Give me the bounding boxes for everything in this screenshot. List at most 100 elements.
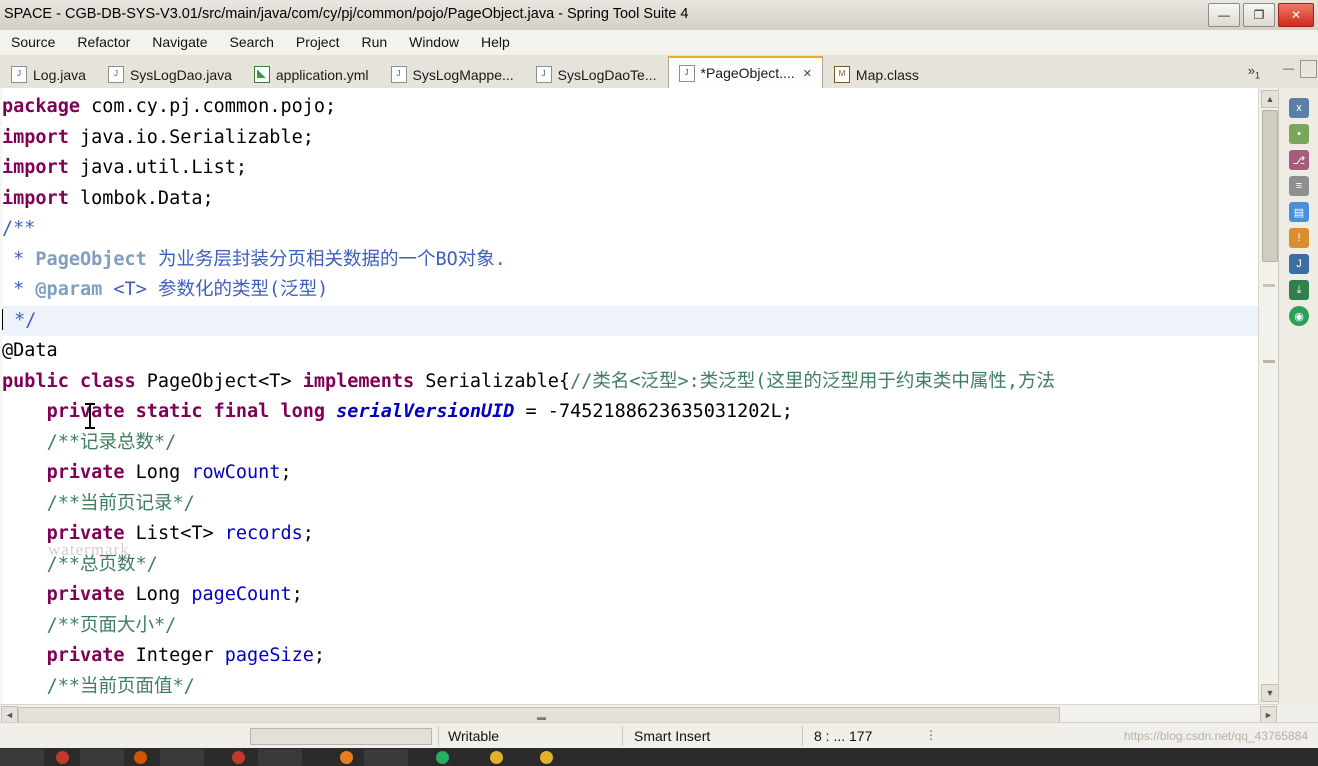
code-token: import [2,126,69,148]
minimize-button[interactable]: — [1208,3,1240,27]
editor-tabs: Log.java SysLogDao.java application.yml … [0,55,930,88]
taskbar-item[interactable] [0,749,44,766]
taskbar-item[interactable] [56,751,69,764]
tab-label: Log.java [33,66,86,83]
tab-syslogmapper-xml[interactable]: SysLogMappe... [380,60,525,88]
download-icon[interactable]: ⤓ [1289,280,1309,300]
menu-item-help[interactable]: Help [470,33,521,51]
code-token: java.util.List; [68,157,248,178]
code-token: //类名<泛型>:类泛型(这里的泛型用于约束类中属性,方法 [570,370,1056,392]
editor-horizontal-scrollbar[interactable]: ◄ ▬ ► [0,704,1278,723]
code-token: Long [124,462,192,483]
taskbar-item[interactable] [80,749,124,766]
outline-icon[interactable]: x [1289,98,1309,118]
status-bar: Writable Smart Insert 8 : ... 177 ⋮ http… [0,722,1318,749]
tab-syslogdaotest-java[interactable]: SysLogDaoTe... [525,60,668,88]
code-token: long [280,401,326,422]
perspective-button[interactable] [1300,60,1317,78]
scroll-left-icon[interactable]: ◄ [1,706,18,723]
code-token: implements [302,370,415,392]
close-icon[interactable]: ✕ [803,67,812,80]
code-line: private Long rowCount; [0,458,1258,489]
editor-tab-bar: Log.java SysLogDao.java application.yml … [0,55,1318,89]
tab-application-yml[interactable]: application.yml [243,60,380,88]
taskbar-item[interactable] [258,749,302,766]
text-cursor-icon [85,403,95,429]
code-token: rowCount [191,462,281,483]
code-token: pageSize [224,645,314,666]
menu-item-search[interactable]: Search [219,33,285,51]
taskbar-item[interactable] [490,751,503,764]
taskbar-item[interactable] [160,749,204,766]
tab-overflow-button[interactable]: »1 [1248,63,1260,81]
scroll-marker [1263,284,1275,287]
menu-items: Source Refactor Navigate Search Project … [0,33,521,51]
menu-item-navigate[interactable]: Navigate [141,33,218,51]
java-file-icon [535,66,552,83]
console-icon[interactable]: ▤ [1289,202,1309,222]
properties-icon[interactable]: ≡ [1289,176,1309,196]
close-button[interactable]: ✕ [1278,3,1314,27]
code-line: import java.io.Serializable; [0,123,1258,154]
editor-vertical-scrollbar[interactable]: ▲ ▼ [1258,88,1279,704]
tab-log-java[interactable]: Log.java [0,60,97,88]
status-divider [622,726,623,746]
code-token: /**记录总数*/ [46,431,177,453]
git-repositories-icon[interactable]: ⎇ [1289,150,1309,170]
menu-item-refactor[interactable]: Refactor [66,33,141,51]
tab-syslogdao-java[interactable]: SysLogDao.java [97,60,243,88]
menu-item-source[interactable]: Source [0,33,66,51]
taskbar-item[interactable] [540,751,553,764]
code-token: records [224,523,303,544]
right-toolbar: x • ⎇ ≡ ▤ ! J ⤓ ◉ [1278,88,1318,704]
editor-minimize-icon[interactable]: — [1283,63,1294,76]
taskbar-item[interactable] [436,751,449,764]
code-editor[interactable]: package com.cy.pj.common.pojo; import jav… [0,88,1258,704]
javadoc-icon[interactable]: J [1289,254,1309,274]
scroll-down-icon[interactable]: ▼ [1261,684,1279,702]
maximize-button[interactable]: ❐ [1243,3,1275,27]
code-token: pageCount [191,584,292,605]
problems-icon[interactable]: ! [1289,228,1309,248]
code-token: private [46,584,125,605]
code-token: /**当前页面值*/ [46,675,195,697]
code-line: /**当前页记录*/ [0,489,1258,520]
taskbar-item[interactable] [232,751,245,764]
scroll-right-icon[interactable]: ► [1260,706,1277,723]
code-line: package com.cy.pj.common.pojo; [0,92,1258,123]
horizontal-scroll-thumb[interactable]: ▬ [18,707,1060,723]
taskbar-item[interactable] [340,751,353,764]
menu-item-window[interactable]: Window [398,33,470,51]
tab-pageobject-java[interactable]: *PageObject.... ✕ [667,56,823,88]
menu-bar: Source Refactor Navigate Search Project … [0,30,1318,56]
code-token: Long [124,584,192,605]
code-line: * @param <T> 参数化的类型(泛型) [0,275,1258,306]
tab-map-class[interactable]: Map.class [823,60,930,88]
scroll-grip-icon: ▬ [537,712,547,722]
status-divider [438,726,439,746]
boot-dashboard-icon[interactable]: ◉ [1289,306,1309,326]
vertical-scroll-thumb[interactable] [1262,110,1278,262]
tab-label: Map.class [855,66,919,83]
code-line: */ [0,305,1258,336]
scroll-up-icon[interactable]: ▲ [1261,90,1279,108]
code-line: /** [0,214,1258,245]
tab-label: *PageObject.... [700,65,795,81]
package-explorer-icon[interactable]: • [1289,124,1309,144]
menu-item-project[interactable]: Project [285,33,351,51]
menu-item-run[interactable]: Run [350,33,398,51]
taskbar-item[interactable] [134,751,147,764]
status-more-icon[interactable]: ⋮ [925,728,937,742]
code-token: com.cy.pj.common.pojo; [79,96,337,117]
code-token: List<T> [124,523,225,544]
horizontal-scroll-track[interactable]: ▬ [18,707,1260,723]
code-token: */ [3,309,37,331]
code-token: /**当前页记录*/ [46,492,195,514]
taskbar-item[interactable] [364,749,408,766]
